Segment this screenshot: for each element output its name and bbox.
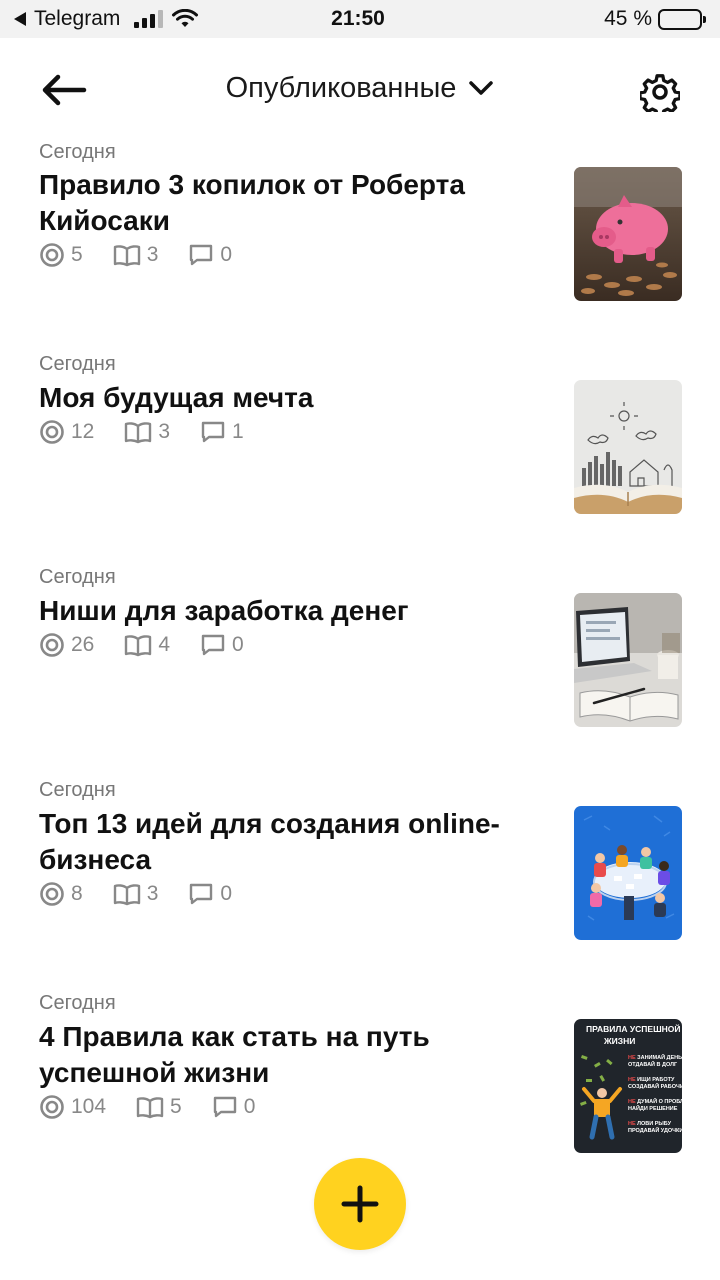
views-icon — [40, 633, 64, 657]
article-title[interactable]: Ниши для заработка денег — [39, 593, 549, 629]
back-button[interactable] — [40, 72, 88, 108]
svg-text:НЕ ЛОВИ РЫБУ: НЕ ЛОВИ РЫБУ — [628, 1121, 672, 1127]
article-stats: 8 3 0 — [39, 881, 232, 907]
battery-icon — [658, 8, 706, 30]
comments-count: 0 — [243, 1095, 256, 1118]
gear-icon — [638, 74, 682, 118]
views-icon — [40, 243, 64, 267]
reads-count: 3 — [146, 243, 159, 266]
svg-text:НЕ ДУМАЙ О ПРОБЛ: НЕ ДУМАЙ О ПРОБЛ — [628, 1097, 682, 1105]
views-count: 26 — [71, 633, 95, 656]
article-date: Сегодня — [39, 353, 116, 375]
views-count: 12 — [71, 420, 95, 443]
svg-text:СОЗДАВАЙ РАБОЧИЕ: СОЗДАВАЙ РАБОЧИЕ — [628, 1082, 682, 1090]
article-stats: 104 5 0 — [39, 1094, 255, 1120]
thumb-heading-1: ПРАВИЛА УСПЕШНОЙ — [586, 1023, 681, 1034]
page-title: Опубликованные — [225, 71, 457, 104]
article-stats: 26 4 0 — [39, 632, 244, 658]
add-article-button[interactable] — [314, 1158, 406, 1250]
reads-count: 4 — [158, 633, 171, 656]
back-to-app-icon[interactable] — [14, 12, 26, 26]
book-sketch-image[interactable] — [574, 380, 682, 514]
reads-count: 5 — [170, 1095, 182, 1118]
article-date: Сегодня — [39, 779, 116, 801]
book-icon — [113, 884, 140, 906]
comment-icon — [190, 883, 213, 905]
piggy-bank-image[interactable] — [574, 167, 682, 301]
views-icon — [40, 1095, 64, 1119]
book-icon — [125, 635, 152, 657]
back-to-app-label[interactable]: Telegram — [34, 7, 120, 31]
article-item[interactable]: Сегодня Топ 13 идей для создания online-… — [0, 762, 720, 975]
svg-text:ПРОДАВАЙ УДОЧКИ: ПРОДАВАЙ УДОЧКИ — [628, 1126, 682, 1134]
views-count: 104 — [71, 1095, 107, 1118]
book-icon — [136, 1097, 164, 1119]
svg-text:НЕ ИЩИ РАБОТУ: НЕ ИЩИ РАБОТУ — [628, 1077, 675, 1083]
article-stats: 12 3 1 — [39, 419, 244, 445]
settings-button[interactable] — [638, 72, 682, 118]
status-bar: Telegram 21:50 45 % — [0, 0, 720, 38]
article-stats: 5 3 0 — [39, 242, 232, 268]
status-bar-left[interactable]: Telegram — [14, 7, 254, 31]
views-icon — [40, 882, 64, 906]
arrow-left-icon — [42, 74, 87, 106]
comment-icon — [201, 421, 225, 443]
success-rules-image[interactable]: ПРАВИЛА УСПЕШНОЙ ЖИЗНИ НЕ ЗАНИМАЙ ДЕНЬГИ… — [574, 1019, 682, 1153]
comment-icon — [190, 244, 213, 266]
battery-percent: 45 % — [604, 7, 652, 30]
chevron-down-icon — [469, 81, 494, 95]
svg-text:ОТДАВАЙ В ДОЛГ: ОТДАВАЙ В ДОЛГ — [628, 1060, 678, 1068]
article-title[interactable]: Топ 13 идей для создания online-бизнеса — [39, 806, 549, 878]
article-title[interactable]: Моя будущая мечта — [39, 380, 549, 416]
article-item[interactable]: Сегодня Правило 3 копилок от Роберта Кий… — [0, 123, 720, 336]
book-icon — [125, 422, 152, 444]
team-meeting-image[interactable] — [574, 806, 682, 940]
cellular-signal-icon — [134, 10, 164, 28]
comments-count: 0 — [232, 633, 244, 656]
comments-count: 0 — [220, 882, 233, 905]
reads-count: 3 — [146, 882, 159, 905]
article-date: Сегодня — [39, 992, 116, 1014]
article-item[interactable]: Сегодня 4 Правила как стать на путь успе… — [0, 975, 720, 1188]
comment-icon — [201, 634, 225, 656]
reads-count: 3 — [158, 420, 171, 443]
plus-icon — [341, 1185, 379, 1223]
thumb-heading-2: ЖИЗНИ — [603, 1036, 635, 1046]
views-count: 5 — [71, 243, 83, 266]
status-bar-right: 45 % — [462, 7, 706, 31]
article-title[interactable]: 4 Правила как стать на путь успешной жиз… — [39, 1019, 549, 1091]
comments-count: 0 — [220, 243, 233, 266]
article-date: Сегодня — [39, 141, 116, 163]
article-title[interactable]: Правило 3 копилок от Роберта Кийосаки — [39, 167, 549, 239]
laptop-desk-image[interactable] — [574, 593, 682, 727]
svg-text:НЕ ЗАНИМАЙ ДЕНЬГИ: НЕ ЗАНИМАЙ ДЕНЬГИ — [628, 1053, 682, 1061]
article-item[interactable]: Сегодня Ниши для заработка денег 26 4 0 — [0, 549, 720, 762]
book-icon — [113, 245, 140, 267]
article-item[interactable]: Сегодня Моя будущая мечта 12 3 1 — [0, 336, 720, 549]
clock: 21:50 — [331, 7, 385, 30]
publication-filter-dropdown[interactable]: Опубликованные — [226, 72, 495, 105]
svg-text:НАЙДИ РЕШЕНИЕ: НАЙДИ РЕШЕНИЕ — [628, 1104, 678, 1112]
wifi-icon — [172, 9, 199, 27]
views-icon — [40, 420, 64, 444]
views-count: 8 — [71, 882, 83, 905]
article-date: Сегодня — [39, 566, 116, 588]
comment-icon — [213, 1096, 236, 1118]
comments-count: 1 — [232, 420, 244, 443]
